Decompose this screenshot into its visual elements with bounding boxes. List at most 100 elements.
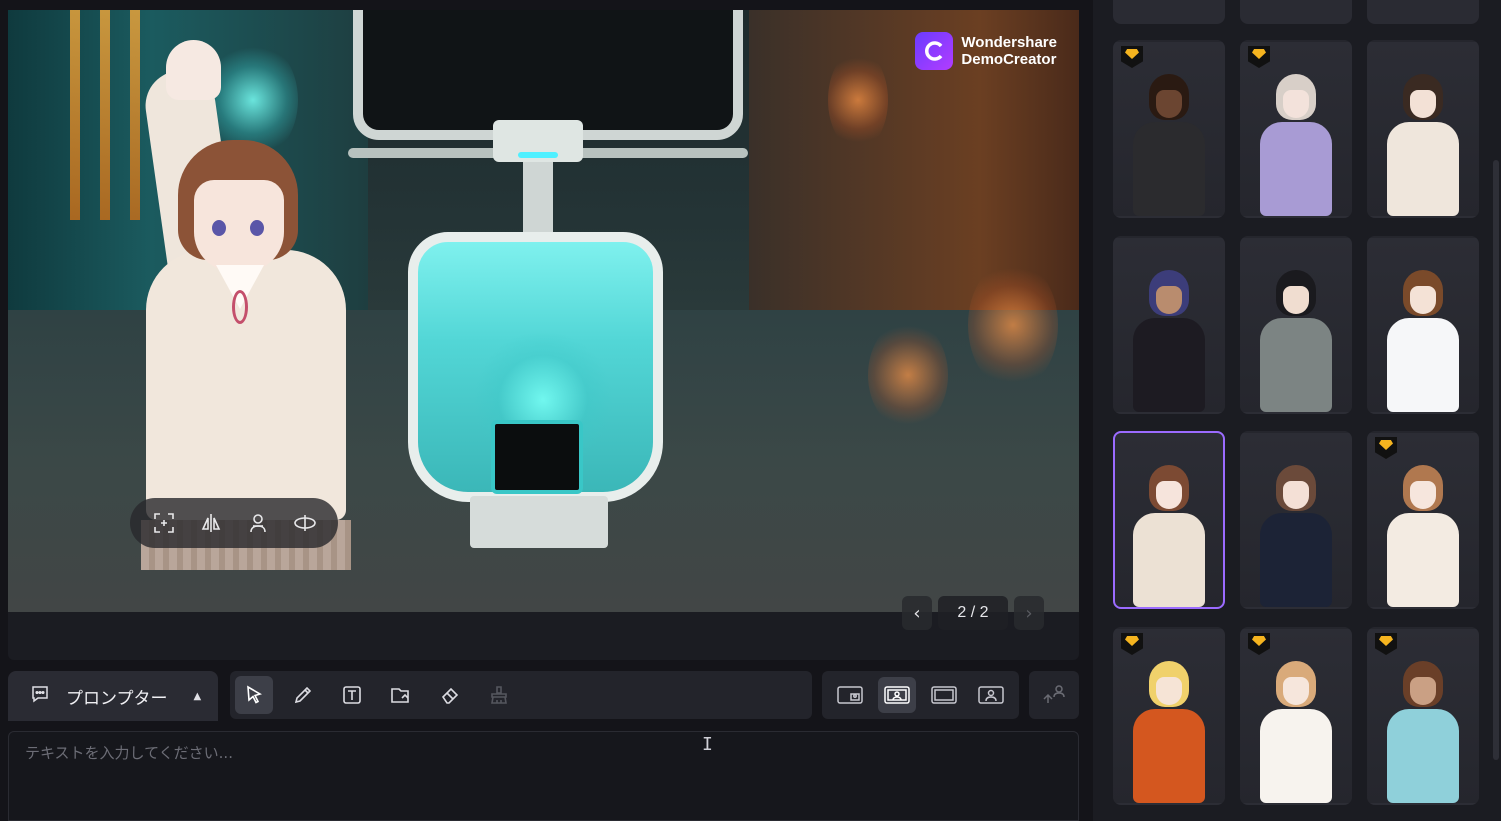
avatar-swap-icon (1043, 685, 1065, 703)
avatar-figure-body (1387, 513, 1459, 607)
avatar-blazer-girl-card[interactable] (1113, 431, 1225, 609)
watermark-text: Wondershare DemoCreator (961, 34, 1057, 68)
prompter-tab[interactable]: プロンプター ▲ (8, 671, 218, 721)
pager-next-button[interactable]: › (1014, 596, 1044, 630)
layout-avatar-left-button[interactable] (878, 677, 917, 713)
caret-up-icon: ▲ (193, 690, 202, 702)
watermark: Wondershare DemoCreator (915, 32, 1057, 70)
avatar-figure-body (1133, 709, 1205, 803)
avatar-figure-face (1156, 286, 1182, 314)
eraser-tool-button[interactable] (431, 676, 469, 714)
preview-canvas[interactable]: Wondershare DemoCreator (8, 10, 1079, 612)
avatar-ribbon (232, 290, 248, 324)
avatar-blazer-girl (1129, 457, 1209, 607)
chevron-right-icon: › (1025, 602, 1033, 624)
layout-screen-button[interactable] (925, 677, 963, 713)
layout-avatar-only-button[interactable] (972, 677, 1010, 713)
prompter-label: プロンプター (66, 688, 168, 709)
avatar-swap-button[interactable] (1029, 671, 1079, 719)
scene-wall-lamp (828, 50, 888, 150)
drawing-tools (230, 671, 812, 719)
avatar-hoodie-boy-card[interactable] (1240, 236, 1352, 414)
avatar-card-partial[interactable] (1240, 0, 1352, 24)
premium-crown-icon (1121, 46, 1143, 68)
avatar-figure-face (1410, 90, 1436, 118)
clear-tool-button[interactable] (480, 676, 518, 714)
shape-icon (391, 688, 409, 703)
avatar-tie-boy (1256, 653, 1336, 803)
avatar-ribbon-girl (1383, 457, 1463, 607)
app-window: Wondershare DemoCreator ‹ 2 / 2 › プロンプター… (0, 0, 1501, 821)
avatar-business-man-card[interactable] (1113, 40, 1225, 218)
avatar-elf-girl (1256, 66, 1336, 216)
shape-tool-button[interactable] (382, 676, 420, 714)
pager: ‹ 2 / 2 › (902, 596, 1044, 630)
text-cursor-icon: I (702, 734, 713, 755)
avatar-figure-face (1410, 286, 1436, 314)
avatar-shirt-boy (1383, 262, 1463, 412)
pager-prev-button[interactable]: ‹ (902, 596, 932, 630)
avatar-ribbon-girl-card[interactable] (1367, 431, 1479, 609)
avatar-figure-body (1133, 122, 1205, 216)
focus-icon[interactable] (152, 511, 176, 535)
bottom-toolbar: プロンプター ▲ (8, 671, 1079, 721)
layout-pip-icon (837, 686, 864, 704)
avatar-cat-ear-girl-card[interactable] (1113, 236, 1225, 414)
avatar-tie-boy-card[interactable] (1240, 627, 1352, 805)
layout-screen-icon (931, 686, 957, 704)
scene-floor-reflection (868, 320, 948, 430)
avatar-face (194, 180, 284, 272)
pen-tool-button[interactable] (284, 676, 322, 714)
avatar-eye (212, 220, 226, 236)
avatar-hoodie-boy (1256, 262, 1336, 412)
avatar-figure-body (1133, 318, 1205, 412)
panel-scrollbar[interactable] (1493, 160, 1499, 760)
layout-avatar-left-icon (884, 686, 910, 704)
avatar-cardigan-girl-card[interactable] (1367, 40, 1479, 218)
scene-light-strip (70, 10, 80, 220)
person-icon[interactable] (246, 511, 270, 535)
avatar-figure-face (1156, 90, 1182, 118)
avatar-jacket-boy-card[interactable] (1113, 627, 1225, 805)
scene-pod-screen (491, 420, 583, 494)
premium-crown-icon (1121, 633, 1143, 655)
avatar-floating-toolbar (130, 498, 338, 548)
avatar-uniform-girl (1256, 457, 1336, 607)
avatar-figure-face (1283, 677, 1309, 705)
scene-floor-reflection (968, 260, 1058, 390)
rotate-icon[interactable] (293, 511, 317, 535)
text-tool-button[interactable] (333, 676, 371, 714)
prompter-text-input[interactable]: テキストを入力してください... (8, 731, 1079, 821)
watermark-line2: DemoCreator (961, 51, 1057, 68)
layout-pip-button[interactable] (831, 677, 869, 713)
avatar-figure-body (1260, 122, 1332, 216)
avatar-figure-face (1410, 481, 1436, 509)
avatar-dress-girl (1383, 653, 1463, 803)
select-tool-button[interactable] (235, 676, 273, 714)
clear-icon (491, 686, 507, 704)
text-icon (343, 686, 361, 704)
avatar-figure-body (1387, 709, 1459, 803)
eraser-icon (441, 687, 459, 704)
avatar-shirt-boy-card[interactable] (1367, 236, 1479, 414)
chat-bubble-icon (30, 684, 50, 708)
avatar-figure-face (1410, 677, 1436, 705)
avatar-figure-body (1260, 513, 1332, 607)
avatar-eye (250, 220, 264, 236)
avatar-elf-girl-card[interactable] (1240, 40, 1352, 218)
avatar-dress-girl-card[interactable] (1367, 627, 1479, 805)
avatar-jacket-boy (1129, 653, 1209, 803)
avatar-figure-face (1283, 286, 1309, 314)
avatar-business-man (1129, 66, 1209, 216)
avatar-card-partial[interactable] (1367, 0, 1479, 24)
avatar-uniform-girl-card[interactable] (1240, 431, 1352, 609)
avatar-card-partial[interactable] (1113, 0, 1225, 24)
avatar-figure-face (1283, 90, 1309, 118)
scene-machine-lights (518, 152, 558, 158)
avatar-cardigan-girl (1383, 66, 1463, 216)
avatar-figure-face (1283, 481, 1309, 509)
democreator-logo-icon (915, 32, 954, 70)
mirror-icon[interactable] (199, 511, 223, 535)
avatar-cat-ear-girl (1129, 262, 1209, 412)
avatar-library-panel (1093, 0, 1501, 821)
